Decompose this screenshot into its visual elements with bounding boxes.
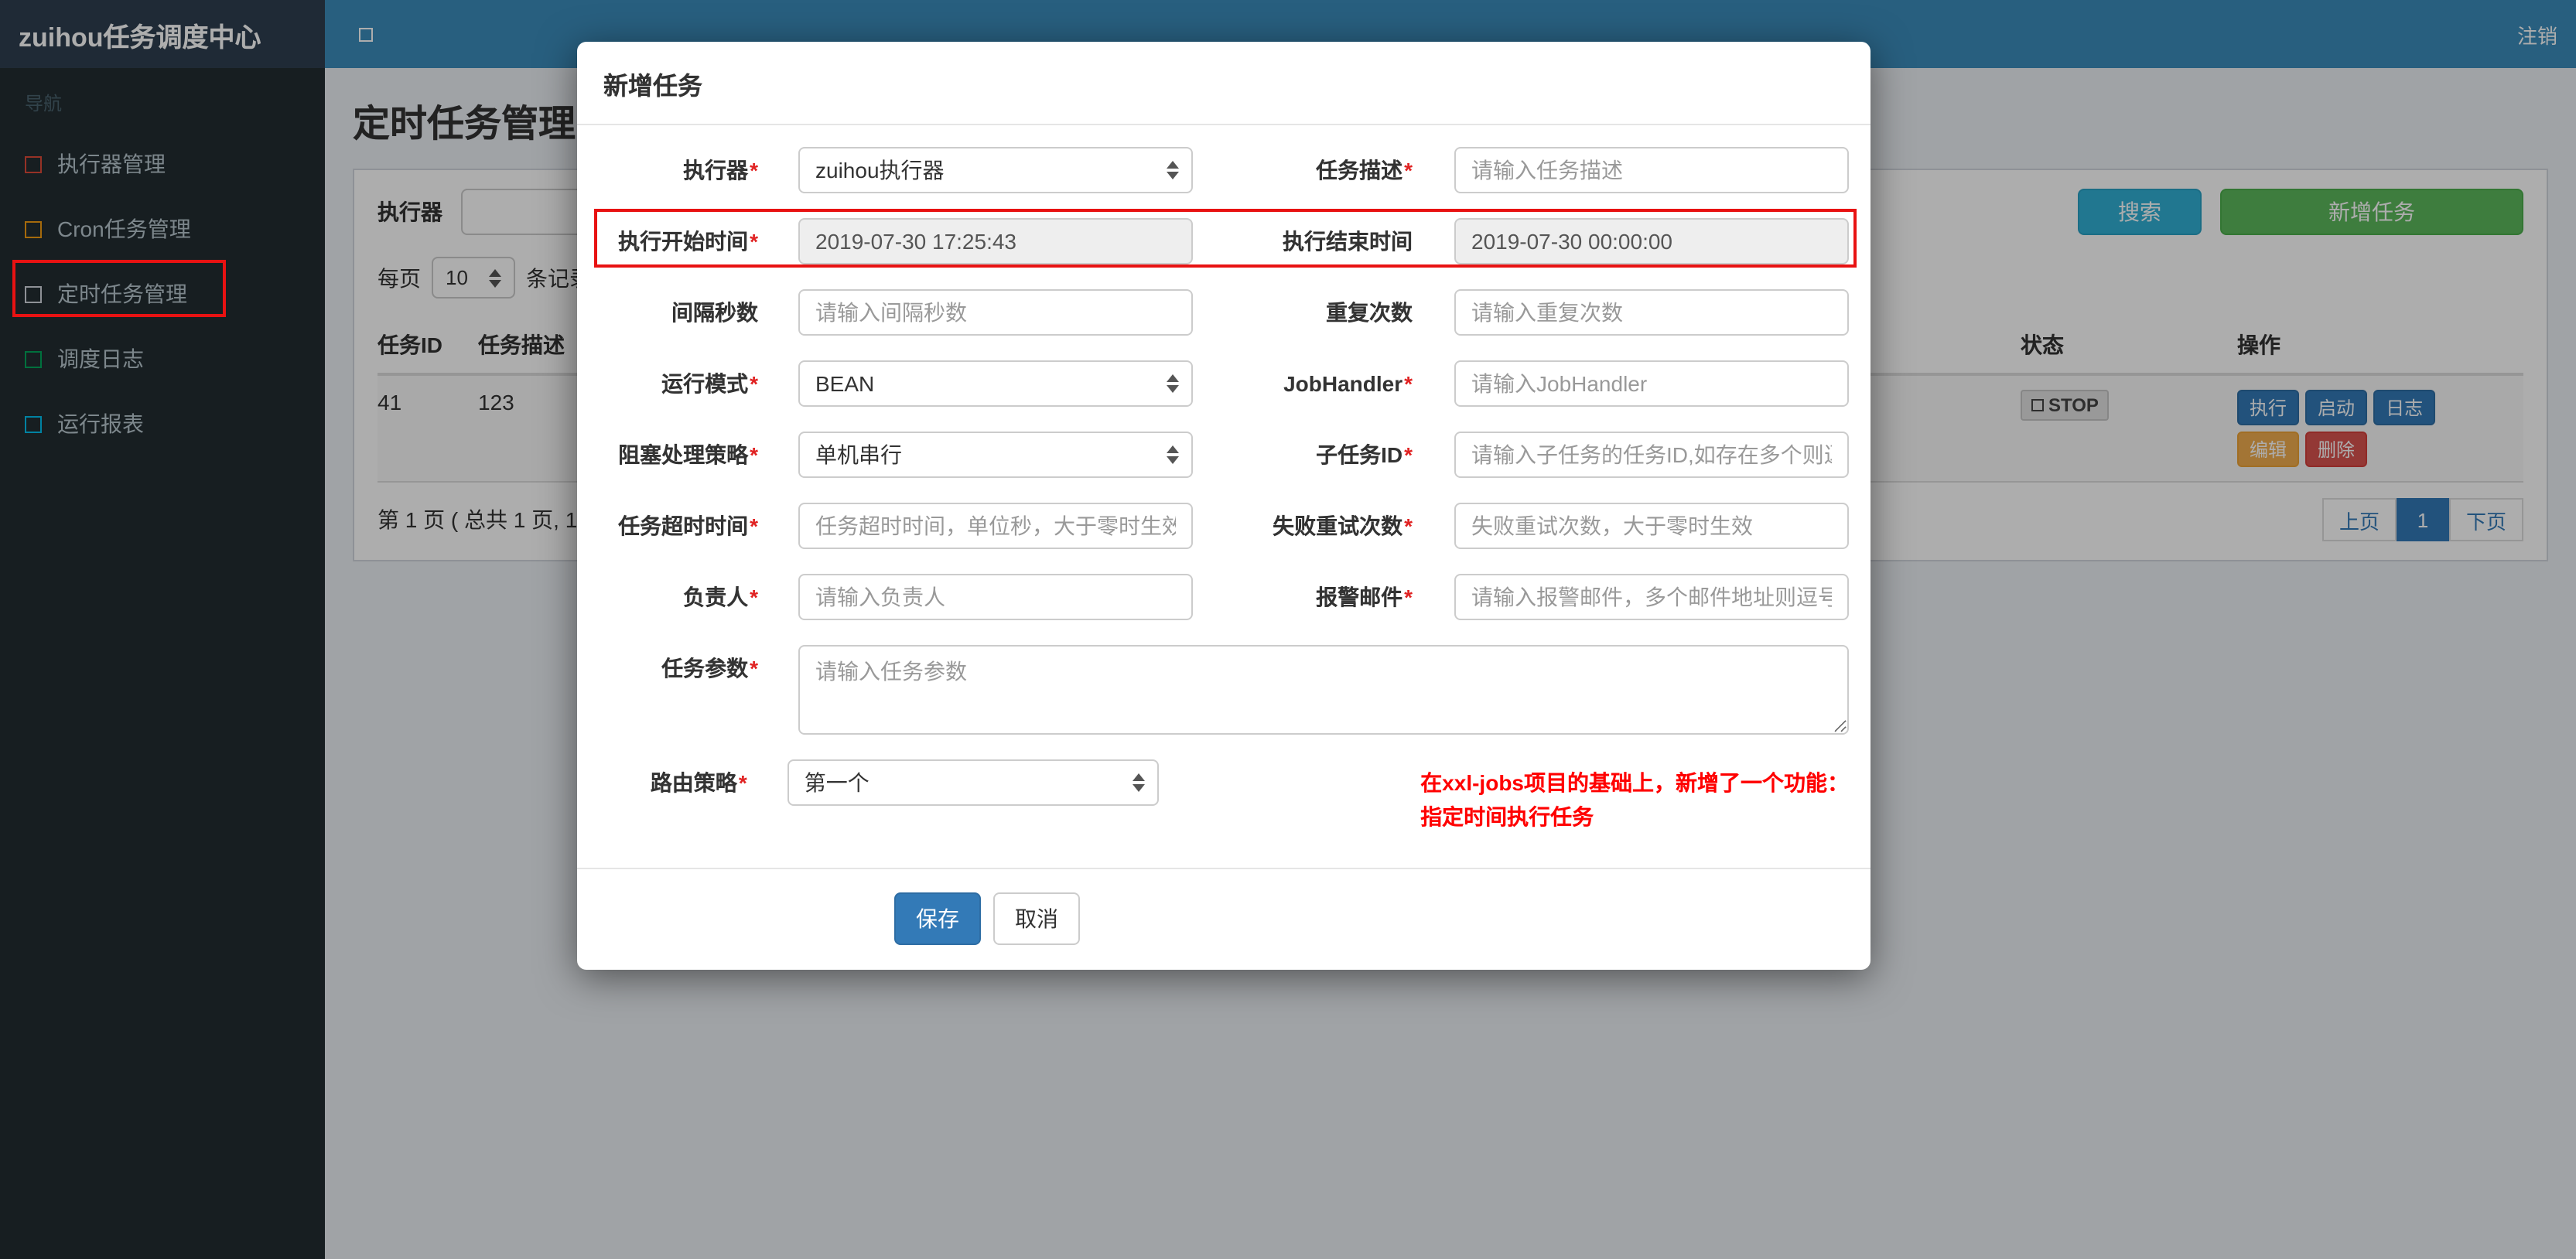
modal-header: 新增任务 xyxy=(577,42,1871,125)
modal-body: 执行器* zuihou执行器 任务描述* 执行开始时间* 执行结束时间 间隔秒数… xyxy=(577,125,1871,834)
route-strategy-label: 路由策略 * xyxy=(650,770,747,795)
modal-footer-buttons: 保存 取消 xyxy=(894,892,1080,945)
form-row-job-param: 任务参数 * xyxy=(594,645,1849,735)
job-handler-input[interactable] xyxy=(1454,360,1849,407)
executor-select[interactable]: zuihou执行器 xyxy=(798,147,1193,193)
form-row-runmode-handler: 运行模式 * BEAN JobHandler * xyxy=(594,360,1849,407)
interval-label: 间隔秒数 xyxy=(671,300,758,325)
required-asterisk: * xyxy=(750,585,758,609)
feature-note-line1: 在xxl-jobs项目的基础上，新增了一个功能： xyxy=(1420,770,1849,795)
repeat-count-input[interactable] xyxy=(1454,289,1849,336)
start-time-label: 执行开始时间 * xyxy=(618,229,758,254)
add-task-modal: 新增任务 执行器* zuihou执行器 任务描述* 执行开始时间* 执行结束时间… xyxy=(577,42,1871,970)
select-arrows-icon xyxy=(1167,161,1179,179)
select-arrows-icon xyxy=(1167,374,1179,393)
executor-label: 执行器 * xyxy=(683,158,758,183)
timeout-label: 任务超时时间 * xyxy=(618,513,758,538)
required-asterisk: * xyxy=(750,158,758,183)
required-asterisk: * xyxy=(1404,513,1413,538)
required-asterisk: * xyxy=(750,442,758,467)
form-row-interval-repeat: 间隔秒数 重复次数 xyxy=(594,289,1849,336)
child-job-input[interactable] xyxy=(1454,432,1849,478)
job-param-textarea[interactable] xyxy=(798,645,1849,735)
block-strategy-select-value: 单机串行 xyxy=(815,442,902,467)
required-asterisk: * xyxy=(750,371,758,396)
required-asterisk: * xyxy=(1404,585,1413,609)
task-desc-input[interactable] xyxy=(1454,147,1849,193)
run-mode-select-value: BEAN xyxy=(815,371,875,396)
required-asterisk: * xyxy=(1404,371,1413,396)
executor-select-value: zuihou执行器 xyxy=(815,158,945,183)
modal-footer: 保存 取消 xyxy=(577,868,1871,970)
required-asterisk: * xyxy=(750,229,758,254)
job-param-label: 任务参数 * xyxy=(661,656,758,681)
run-mode-select[interactable]: BEAN xyxy=(798,360,1193,407)
app-root: zuihou任务调度中心 注销 导航 执行器管理 Cron任务管理 定时任务管理 xyxy=(0,0,2576,1259)
save-button[interactable]: 保存 xyxy=(894,892,981,945)
run-mode-label: 运行模式 * xyxy=(661,371,758,396)
cancel-button[interactable]: 取消 xyxy=(993,892,1080,945)
fail-retry-label: 失败重试次数 * xyxy=(1273,513,1413,538)
select-arrows-icon xyxy=(1133,773,1145,792)
route-strategy-select-value: 第一个 xyxy=(804,770,869,795)
block-strategy-label: 阻塞处理策略 * xyxy=(618,442,758,467)
owner-input[interactable] xyxy=(798,574,1193,620)
task-desc-label: 任务描述 * xyxy=(1316,158,1413,183)
alarm-email-input[interactable] xyxy=(1454,574,1849,620)
block-strategy-select[interactable]: 单机串行 xyxy=(798,432,1193,478)
form-row-route-strategy: 路由策略 * 第一个 在xxl-jobs项目的基础上，新增了一个功能： 指定时间执… xyxy=(594,759,1849,834)
fail-retry-input[interactable] xyxy=(1454,503,1849,549)
child-job-label: 子任务ID * xyxy=(1316,442,1413,467)
job-handler-label: JobHandler * xyxy=(1283,371,1413,396)
start-time-input[interactable] xyxy=(798,218,1193,264)
route-strategy-select[interactable]: 第一个 xyxy=(787,759,1160,806)
required-asterisk: * xyxy=(1404,442,1413,467)
interval-input[interactable] xyxy=(798,289,1193,336)
alarm-email-label: 报警邮件 * xyxy=(1316,585,1413,609)
modal-title: 新增任务 xyxy=(603,74,703,101)
required-asterisk: * xyxy=(1404,158,1413,183)
form-row-time-range: 执行开始时间* 执行结束时间 xyxy=(594,218,1849,264)
required-asterisk: * xyxy=(738,770,747,795)
select-arrows-icon xyxy=(1167,445,1179,464)
timeout-input[interactable] xyxy=(798,503,1193,549)
required-asterisk: * xyxy=(750,656,758,681)
required-asterisk: * xyxy=(750,513,758,538)
form-row-owner-email: 负责人* 报警邮件* xyxy=(594,574,1849,620)
form-row-block-childjob: 阻塞处理策略 * 单机串行 子任务ID * xyxy=(594,432,1849,478)
feature-note: 在xxl-jobs项目的基础上，新增了一个功能： 指定时间执行任务 xyxy=(1420,759,1849,834)
owner-label: 负责人 * xyxy=(683,585,758,609)
repeat-count-label: 重复次数 xyxy=(1326,300,1413,325)
form-row-timeout-retry: 任务超时时间* 失败重试次数* xyxy=(594,503,1849,549)
end-time-label: 执行结束时间 xyxy=(1283,229,1413,254)
end-time-input[interactable] xyxy=(1454,218,1849,264)
feature-note-line2: 指定时间执行任务 xyxy=(1420,804,1594,829)
form-row-executor-desc: 执行器 * zuihou执行器 任务描述 * xyxy=(594,147,1849,193)
